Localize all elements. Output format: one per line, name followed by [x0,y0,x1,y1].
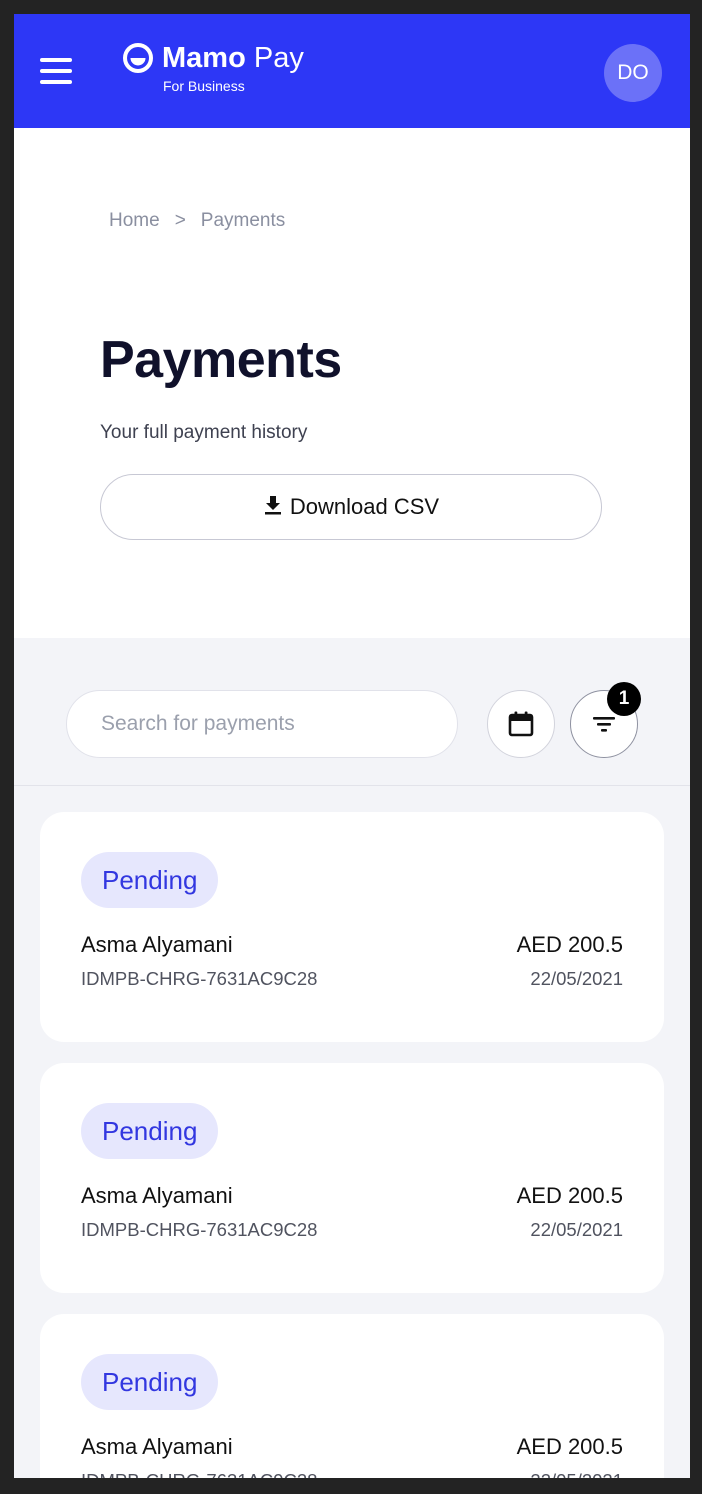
customer-name: Asma Alyamani [81,1183,233,1208]
page-title: Payments [100,331,342,389]
search-input[interactable] [66,690,458,758]
status-badge: Pending [81,852,219,908]
payment-date: 22/05/2021 [530,1468,623,1478]
breadcrumb-current: Payments [200,210,286,231]
payment-id: IDMPB-CHRG-7631AC9C28 [81,968,318,989]
filter-count-badge: 1 [607,682,641,716]
filter-icon [593,717,615,732]
customer-name: Asma Alyamani [81,932,233,957]
mamo-logo-icon [123,43,153,73]
avatar[interactable]: DO [604,44,662,102]
breadcrumb-separator: > [174,210,186,231]
brand-logo[interactable]: Mamo Pay For Business [122,40,322,100]
breadcrumb-home[interactable]: Home [109,210,160,231]
payment-amount: AED 200.5 [516,932,623,957]
calendar-icon [508,711,534,737]
page-subtitle: Your full payment history [100,422,308,443]
payment-amount: AED 200.5 [516,1183,623,1208]
download-icon [264,496,281,515]
menu-icon[interactable] [40,58,72,84]
top-bar: Mamo Pay For Business DO [14,14,690,128]
payment-card[interactable]: Pending Asma Alyamani IDMPB-CHRG-7631AC9… [40,1314,664,1478]
payment-id: IDMPB-CHRG-7631AC9C28 [81,1219,318,1240]
brand-subtitle: For Business [163,78,245,94]
download-csv-button[interactable]: Download CSV [100,474,602,540]
app-frame: Mamo Pay For Business DO Home > Payments P… [14,14,690,1478]
date-filter-button[interactable] [487,690,555,758]
page-header: Home > Payments Payments Your full payment… [14,128,690,638]
download-csv-label: Download CSV [289,494,440,519]
payment-amount: AED 200.5 [516,1434,623,1459]
payment-id: IDMPB-CHRG-7631AC9C28 [81,1468,317,1478]
brand-name: Mamo Pay [162,42,304,74]
payment-card[interactable]: Pending Asma Alyamani IDMPB-CHRG-7631AC9… [40,812,664,1042]
status-badge: Pending [81,1103,219,1159]
status-badge: Pending [81,1354,219,1410]
breadcrumb: Home > Payments [109,208,285,234]
payment-card[interactable]: Pending Asma Alyamani IDMPB-CHRG-7631AC9… [40,1063,664,1293]
payment-date: 22/05/2021 [530,968,623,989]
payment-date: 22/05/2021 [530,1219,623,1240]
search-toolbar: 1 [14,638,690,786]
customer-name: Asma Alyamani [81,1434,233,1459]
